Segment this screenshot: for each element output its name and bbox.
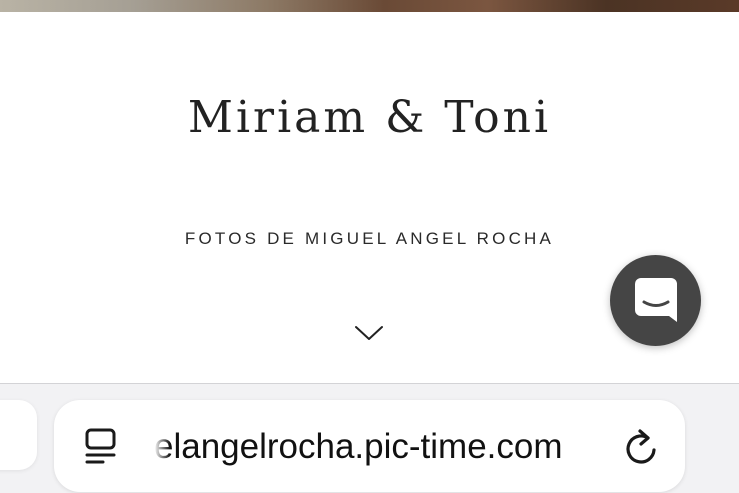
browser-toolbar: elangelrocha.pic-time.com [0,383,739,493]
hero-image-strip [0,0,739,12]
gallery-title: Miriam & Toni [187,92,552,143]
chat-bubble-icon [635,278,677,322]
reload-icon[interactable] [621,426,661,468]
previous-tab-card[interactable] [0,400,37,470]
chat-widget-button[interactable] [610,255,701,346]
url-fade [154,427,170,467]
address-bar[interactable]: elangelrocha.pic-time.com [54,400,685,492]
chevron-down-icon[interactable] [354,324,384,342]
url-text[interactable]: elangelrocha.pic-time.com [154,427,614,467]
gallery-subtitle: FOTOS DE MIGUEL ANGEL ROCHA [184,229,555,248]
tab-overview-icon[interactable] [83,428,119,466]
